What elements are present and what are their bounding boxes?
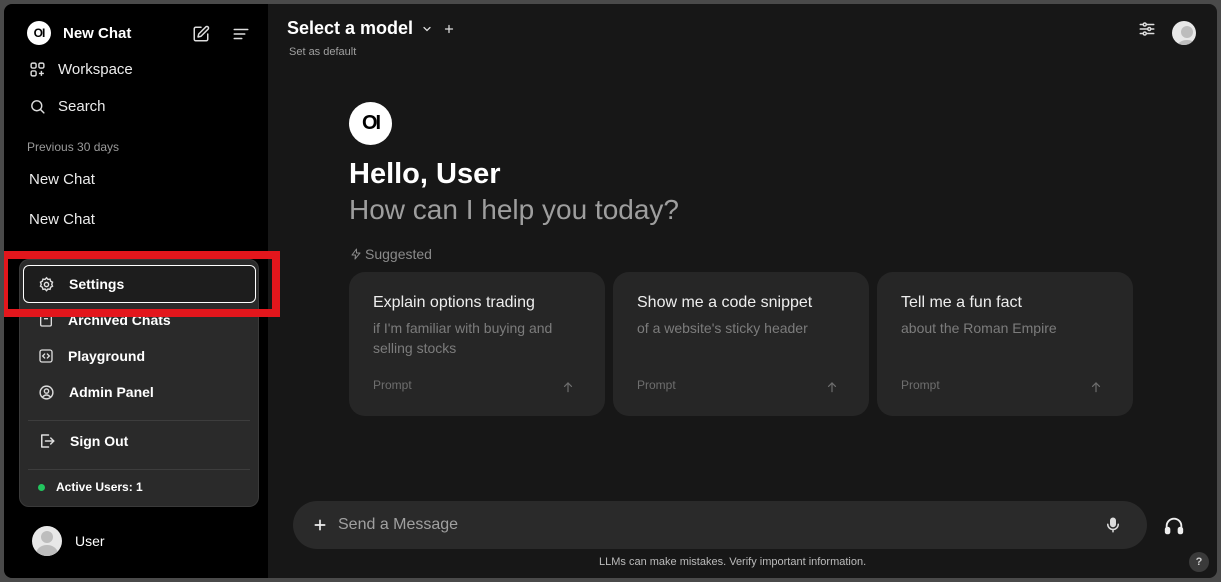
online-dot: [38, 483, 45, 491]
suggested-text: Suggested: [365, 246, 432, 262]
card-title: Explain options trading: [373, 294, 535, 311]
active-users-status: Active Users: 1: [38, 480, 143, 494]
edit-icon[interactable]: [190, 23, 212, 45]
admin-panel-label: Admin Panel: [69, 384, 154, 400]
greeting-subtitle: How can I help you today?: [349, 194, 679, 225]
playground-label: Playground: [68, 348, 146, 364]
menu-icon[interactable]: [230, 23, 252, 45]
card-subtitle: about the Roman Empire: [901, 320, 1057, 336]
help-button[interactable]: ?: [1189, 552, 1209, 572]
voice-mode-button[interactable]: [1163, 515, 1185, 537]
card-subtitle: if I'm familiar with buying and selling …: [373, 320, 553, 356]
sign-out-label: Sign Out: [70, 433, 129, 449]
model-selector[interactable]: Select a model: [287, 18, 455, 39]
card-tag: Prompt: [901, 378, 940, 392]
chevron-down-icon: [423, 26, 431, 31]
headphones-icon: [1164, 517, 1184, 535]
menu-divider: [28, 469, 250, 470]
suggested-label: Suggested: [350, 246, 432, 262]
app-window: OI New Chat Workspace Search Previous 30…: [4, 4, 1217, 578]
app-logo: OI: [27, 21, 51, 45]
profile-avatar-button[interactable]: [1172, 21, 1196, 45]
microphone-icon[interactable]: [1104, 516, 1122, 534]
bolt-icon: [351, 248, 361, 260]
menu-divider: [28, 420, 250, 421]
avatar: [32, 526, 62, 556]
user-circle-icon: [39, 384, 54, 400]
disclaimer-text: LLMs can make mistakes. Verify important…: [599, 556, 867, 568]
workspace-label: Workspace: [58, 61, 133, 78]
search-icon: [31, 100, 45, 114]
menu-item-admin-panel[interactable]: Admin Panel: [20, 376, 258, 408]
menu-item-playground[interactable]: Playground: [20, 340, 258, 372]
chat-item[interactable]: New Chat: [29, 171, 95, 188]
suggestion-card[interactable]: Explain options trading if I'm familiar …: [349, 272, 605, 416]
arrow-up-icon: [563, 382, 573, 393]
sign-out-icon: [41, 434, 55, 448]
sidebar: OI New Chat Workspace Search Previous 30…: [4, 4, 280, 578]
annotation-highlight-box: [4, 251, 280, 317]
card-subtitle: of a website's sticky header: [637, 320, 808, 336]
plus-icon[interactable]: [312, 517, 328, 533]
plus-icon[interactable]: [443, 23, 455, 35]
chat-item[interactable]: New Chat: [29, 211, 95, 228]
arrow-up-icon: [1091, 382, 1101, 393]
sliders-icon: [1139, 22, 1155, 36]
set-as-default-link[interactable]: Set as default: [289, 46, 356, 58]
search-label: Search: [58, 98, 106, 115]
active-users-label: Active Users: 1: [56, 480, 143, 494]
message-input[interactable]: [338, 516, 1078, 534]
sidebar-item-workspace[interactable]: Workspace: [29, 61, 133, 78]
sidebar-item-search[interactable]: Search: [29, 98, 106, 115]
main-logo: OI: [349, 102, 392, 145]
suggestion-card[interactable]: Tell me a fun fact about the Roman Empir…: [877, 272, 1133, 416]
user-profile-button[interactable]: User: [32, 526, 105, 556]
new-chat-label: New Chat: [63, 24, 132, 42]
card-title: Tell me a fun fact: [901, 294, 1022, 311]
user-name: User: [75, 533, 105, 549]
new-chat-row[interactable]: OI New Chat: [27, 21, 131, 45]
greeting-title: Hello, User: [349, 158, 501, 190]
section-previous-30-days: Previous 30 days: [27, 140, 120, 154]
menu-item-sign-out[interactable]: Sign Out: [20, 425, 258, 457]
card-title: Show me a code snippet: [637, 294, 813, 311]
card-tag: Prompt: [373, 378, 412, 392]
suggestion-card[interactable]: Show me a code snippet of a website's st…: [613, 272, 869, 416]
arrow-up-icon: [827, 382, 837, 393]
message-input-bar: [293, 501, 1147, 549]
controls-button[interactable]: [1138, 20, 1156, 38]
code-icon: [39, 349, 53, 363]
workspace-icon: [30, 62, 45, 77]
card-tag: Prompt: [637, 378, 676, 392]
model-select-label: Select a model: [287, 18, 414, 38]
avatar: [1172, 21, 1196, 45]
